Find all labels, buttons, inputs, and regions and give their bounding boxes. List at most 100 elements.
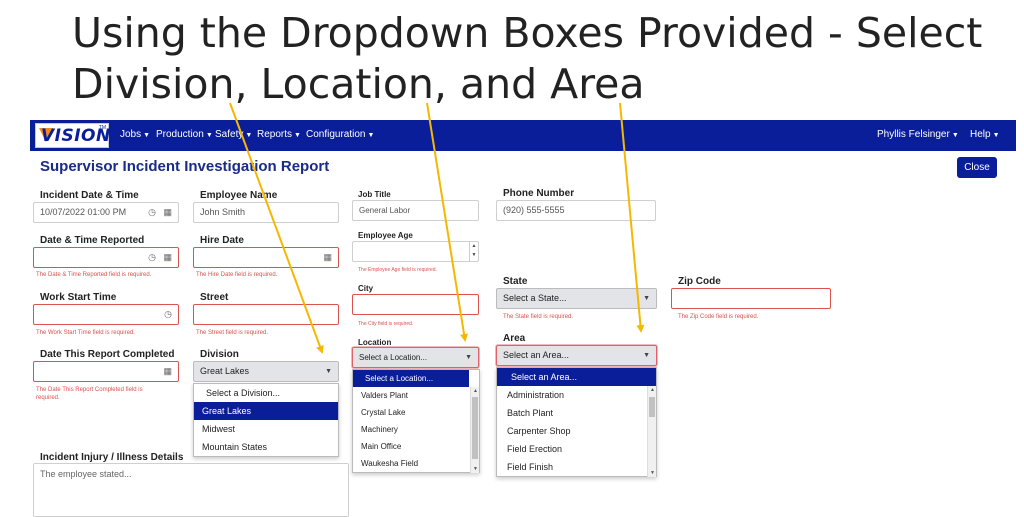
city-label: City (358, 284, 374, 293)
location-option[interactable]: Machinery (353, 421, 479, 438)
work-start-error: The Work Start Time field is required. (36, 330, 135, 336)
report-completed-error-2: required. (36, 395, 60, 401)
vision-logo[interactable]: VISION TM (35, 123, 110, 148)
report-completed-error-1: The Date This Report Completed field is (36, 387, 143, 393)
nav-configuration[interactable]: Configuration ▼ (306, 129, 374, 140)
report-completed-label: Date This Report Completed (40, 349, 175, 360)
spinner-arrows-icon[interactable]: ▲ ▼ (469, 242, 478, 261)
phone-input[interactable]: (920) 555-5555 (496, 200, 656, 221)
hire-date-label: Hire Date (200, 235, 244, 246)
area-label: Area (503, 333, 526, 344)
injury-label: Incident Injury / Illness Details (40, 452, 184, 463)
caret-down-icon: ▼ (643, 352, 650, 359)
scrollbar-thumb[interactable] (649, 397, 655, 417)
city-input[interactable] (352, 294, 479, 315)
division-select[interactable]: Great Lakes ▼ (193, 361, 339, 382)
area-option[interactable]: Administration (497, 386, 656, 404)
date-reported-label: Date & Time Reported (40, 235, 145, 246)
location-dropdown-list: Select a Location... Valders Plant Cryst… (352, 369, 480, 473)
caret-down-icon: ▼ (465, 354, 472, 361)
state-error: The State field is required. (503, 314, 574, 320)
job-title-label: Job Title (358, 190, 391, 199)
area-option[interactable]: Field Finish (497, 458, 656, 476)
location-scrollbar[interactable]: ▲ ▼ (470, 387, 479, 473)
city-error: The City field is required. (358, 321, 414, 327)
location-option[interactable]: Crystal Lake (353, 404, 479, 421)
help-menu[interactable]: Help ▼ (970, 129, 1000, 140)
calendar-icon[interactable]: ▦ (323, 248, 332, 267)
phone-label: Phone Number (503, 188, 575, 199)
top-navbar: VISION TM Jobs ▼ Production ▼ Safety ▼ Repo… (30, 120, 1016, 151)
user-menu[interactable]: Phyllis Felsinger ▼ (877, 129, 959, 140)
hire-date-input[interactable]: ▦ (193, 247, 339, 268)
calendar-icon[interactable]: ▦ (163, 362, 172, 381)
street-error: The Street field is required. (196, 330, 269, 336)
caret-down-icon: ▼ (643, 295, 650, 302)
work-start-input[interactable]: ◷ (33, 304, 179, 325)
street-label: Street (200, 292, 229, 303)
area-option[interactable]: Batch Plant (497, 404, 656, 422)
nav-jobs[interactable]: Jobs ▼ (120, 129, 150, 140)
caret-down-icon: ▼ (143, 132, 151, 139)
caret-down-icon: ▼ (367, 132, 375, 139)
location-option[interactable]: Main Office (353, 438, 479, 455)
area-select[interactable]: Select an Area... ▼ (496, 345, 657, 366)
work-start-label: Work Start Time (40, 292, 117, 303)
division-option[interactable]: Mountain States (194, 438, 338, 456)
area-option[interactable]: Carpenter Shop (497, 422, 656, 440)
employee-name-input[interactable]: John Smith (193, 202, 339, 223)
caret-down-icon: ▼ (294, 132, 301, 139)
close-button[interactable]: Close (957, 157, 997, 178)
area-scrollbar[interactable]: ▲ ▼ (647, 386, 656, 477)
scroll-down-icon[interactable]: ▼ (648, 470, 657, 476)
location-select[interactable]: Select a Location... ▼ (352, 347, 479, 368)
scroll-down-icon[interactable]: ▼ (471, 466, 480, 472)
clock-icon[interactable]: ◷ (148, 203, 156, 222)
report-completed-input[interactable]: ▦ (33, 361, 179, 382)
logo-trademark: TM (98, 125, 106, 131)
caret-down-icon: ▼ (325, 368, 332, 375)
caret-down-icon: ▼ (205, 132, 213, 139)
nav-reports[interactable]: Reports ▼ (257, 129, 301, 140)
clock-icon[interactable]: ◷ (148, 248, 156, 267)
division-option-selected[interactable]: Great Lakes (194, 402, 338, 420)
zip-error: The Zip Code field is required. (678, 314, 759, 320)
location-option[interactable]: Valders Plant (353, 387, 479, 404)
calendar-icon[interactable]: ▦ (163, 248, 172, 267)
division-option[interactable]: Midwest (194, 420, 338, 438)
zip-input[interactable] (671, 288, 831, 309)
location-option-selected[interactable]: Select a Location... (353, 370, 469, 387)
street-input[interactable] (193, 304, 339, 325)
state-select[interactable]: Select a State... ▼ (496, 288, 657, 309)
division-dropdown-list: Select a Division... Great Lakes Midwest… (193, 383, 339, 457)
report-title: Supervisor Incident Investigation Report (40, 158, 330, 175)
employee-age-label: Employee Age (358, 231, 413, 240)
employee-name-label: Employee Name (200, 190, 278, 201)
area-dropdown-list: Select an Area... Administration Batch P… (496, 367, 657, 477)
area-option[interactable]: Field Erection (497, 440, 656, 458)
division-option[interactable]: Select a Division... (194, 384, 338, 402)
scroll-up-icon[interactable]: ▲ (471, 388, 480, 394)
scroll-up-icon[interactable]: ▲ (648, 387, 657, 393)
zip-label: Zip Code (678, 276, 721, 287)
hire-date-error: The Hire Date field is required. (196, 272, 278, 278)
caret-down-icon: ▼ (245, 132, 253, 139)
injury-textarea[interactable]: The employee stated... (33, 463, 349, 517)
nav-production[interactable]: Production ▼ (156, 129, 213, 140)
date-reported-error: The Date & Time Reported field is requir… (36, 272, 152, 278)
location-option[interactable]: Waukesha Field (353, 455, 479, 472)
location-label: Location (358, 338, 392, 347)
date-reported-input[interactable]: ◷ ▦ (33, 247, 179, 268)
caret-down-icon: ▼ (951, 132, 959, 139)
slide-title: Using the Dropdown Boxes Provided - Sele… (72, 8, 992, 110)
state-label: State (503, 276, 528, 287)
clock-icon[interactable]: ◷ (164, 305, 172, 324)
nav-safety[interactable]: Safety ▼ (215, 129, 252, 140)
area-option-selected[interactable]: Select an Area... (497, 368, 656, 386)
job-title-input[interactable]: General Labor (352, 200, 479, 221)
employee-age-input[interactable]: ▲ ▼ (352, 241, 479, 262)
scrollbar-thumb[interactable] (472, 397, 478, 459)
incident-datetime-input[interactable]: 10/07/2022 01:00 PM ◷ ▦ (33, 202, 179, 223)
slide-title-line1: Using the Dropdown Boxes Provided - Sele… (72, 9, 983, 57)
calendar-icon[interactable]: ▦ (163, 203, 172, 222)
